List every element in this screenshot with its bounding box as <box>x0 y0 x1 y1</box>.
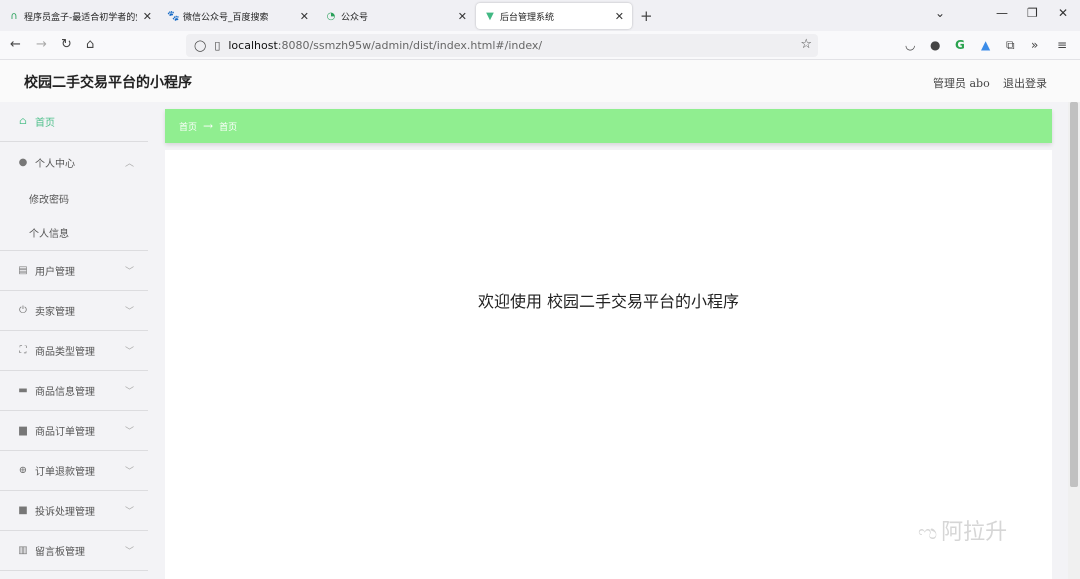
sidebar-item-order-management[interactable]: ▆ 商品订单管理 ﹀ <box>0 411 148 451</box>
watermark: ಌ 阿拉升 <box>918 514 1007 546</box>
chevron-down-icon: ﹀ <box>124 267 134 277</box>
tab-title: 微信公众号_百度搜索 <box>183 12 269 23</box>
extensions-icon[interactable]: ⧉ <box>1006 38 1015 53</box>
tab-list-icon[interactable]: ⌄ <box>935 6 945 20</box>
close-icon[interactable]: ✕ <box>300 10 309 23</box>
sidebar-item-home[interactable]: ⌂ 首页 <box>0 102 148 142</box>
back-icon[interactable]: ← <box>10 37 21 52</box>
cursor-icon[interactable]: ▲ <box>981 38 990 52</box>
minimize-icon[interactable]: — <box>996 6 1008 20</box>
sidebar-item-label: 订单退款管理 <box>35 467 95 478</box>
browser-tab-bar: ∩ 程序员盒子-最适合初学者的免 ✕ 🐾 微信公众号_百度搜索 ✕ ◔ 公众号 … <box>0 0 1080 31</box>
user-icon: ● <box>18 156 28 168</box>
sidebar-subitem-personal-info[interactable]: 个人信息 <box>0 215 148 250</box>
tab-title: 后台管理系统 <box>500 12 555 23</box>
sidebar-item-product-management[interactable]: ▬ 商品信息管理 ﹀ <box>0 371 148 411</box>
sidebar-item-seller-management[interactable]: ⏻ 卖家管理 ﹀ <box>0 291 148 331</box>
sidebar-item-complaint-management[interactable]: ■ 投诉处理管理 ﹀ <box>0 491 148 531</box>
print-icon: ▆ <box>19 425 27 436</box>
browser-tab[interactable]: ◔ 公众号 ✕ <box>317 3 475 29</box>
sidebar-item-label: 用户管理 <box>35 267 75 278</box>
restore-icon[interactable]: ❐ <box>1027 6 1038 20</box>
page-icon[interactable]: ▯ <box>214 39 220 52</box>
close-icon[interactable]: ✕ <box>143 10 152 23</box>
shield-icon[interactable]: ◯ <box>194 39 206 52</box>
wechat-icon: ◔ <box>326 10 336 22</box>
sidebar-item-label: 卖家管理 <box>35 307 75 318</box>
logout-link[interactable]: 退出登录 <box>1003 75 1047 91</box>
url-path: :8080/ssmzh95w/admin/dist/index.html#/in… <box>277 39 543 52</box>
browser-tab[interactable]: ∩ 程序员盒子-最适合初学者的免 ✕ <box>0 3 160 29</box>
chevron-down-icon: ﹀ <box>124 467 134 477</box>
arrow-right-icon: → <box>203 119 214 133</box>
chevron-up-icon: ︿ <box>124 158 134 169</box>
sidebar-item-category-management[interactable]: ⛶ 商品类型管理 ﹀ <box>0 331 148 371</box>
frame-icon: ⛶ <box>19 345 27 356</box>
sidebar-item-label: 商品订单管理 <box>35 427 95 438</box>
browser-tab[interactable]: 🐾 微信公众号_百度搜索 ✕ <box>159 3 317 29</box>
new-tab-icon[interactable]: + <box>640 7 653 25</box>
sidebar-item-label: 个人中心 <box>35 158 75 170</box>
forward-icon[interactable]: → <box>36 37 47 52</box>
vue-icon: ▼ <box>486 10 494 22</box>
sidebar-item-label: 首页 <box>35 118 55 129</box>
browser-tab-active[interactable]: ▼ 后台管理系统 ✕ <box>476 3 632 29</box>
menu-icon[interactable]: ≡ <box>1057 38 1067 52</box>
chevron-down-icon: ﹀ <box>124 427 134 437</box>
clipboard-icon: ▤ <box>18 265 28 276</box>
target-icon: ⊕ <box>18 465 28 476</box>
grammarly-icon[interactable]: G <box>955 38 965 52</box>
welcome-text: 欢迎使用 校园二手交易平台的小程序 <box>477 292 740 311</box>
briefcase-icon: ▬ <box>18 385 28 396</box>
sidebar-item-label: 个人信息 <box>29 229 69 240</box>
url-bar[interactable]: ◯ ▯ localhost:8080/ssmzh95w/admin/dist/i… <box>186 34 818 57</box>
breadcrumb-current: 首页 <box>219 122 238 133</box>
reload-icon[interactable]: ↻ <box>61 37 72 52</box>
window-close-icon[interactable]: ✕ <box>1058 6 1068 20</box>
pocket-icon[interactable]: ◡ <box>905 38 915 52</box>
sidebar-item-label: 修改密码 <box>29 195 69 206</box>
sidebar-item-message-board[interactable]: ▥ 留言板管理 ﹀ <box>0 531 148 571</box>
power-icon: ⏻ <box>19 305 27 316</box>
sidebar-item-label: 投诉处理管理 <box>35 507 95 518</box>
chevron-down-icon: ﹀ <box>124 507 134 517</box>
watermark-text: 阿拉升 <box>941 520 1008 545</box>
chevron-down-icon: ﹀ <box>124 547 134 557</box>
site-icon: ∩ <box>10 10 18 22</box>
home-icon: ⌂ <box>19 116 27 127</box>
app-header: 校园二手交易平台的小程序 管理员 abo 退出登录 <box>0 60 1080 102</box>
sidebar: ⌂ 首页 ● 个人中心 ︿ 修改密码 个人信息 ▤ 用户管理 ﹀ ⏻ 卖家管理 … <box>0 102 148 579</box>
chevron-down-icon: ﹀ <box>124 387 134 397</box>
close-icon[interactable]: ✕ <box>458 10 467 23</box>
wechat-icon: ಌ <box>918 520 938 544</box>
video-icon: ■ <box>18 505 28 516</box>
scroll-thumb[interactable] <box>1070 102 1078 487</box>
scrollbar[interactable] <box>1068 102 1080 579</box>
sidebar-item-label: 商品类型管理 <box>35 347 95 358</box>
tab-title: 程序员盒子-最适合初学者的免 <box>24 12 137 23</box>
chevron-down-icon: ﹀ <box>124 307 134 317</box>
breadcrumb: 首页 → 首页 <box>165 109 1052 143</box>
sidebar-item-label: 留言板管理 <box>35 547 85 558</box>
overflow-icon[interactable]: » <box>1031 38 1038 52</box>
extension-icon[interactable]: ● <box>930 38 940 52</box>
current-user: 管理员 abo <box>933 77 990 90</box>
home-icon[interactable]: ⌂ <box>86 37 94 52</box>
sidebar-item-personal-center[interactable]: ● 个人中心 ︿ <box>0 142 148 182</box>
sidebar-subitem-change-password[interactable]: 修改密码 <box>0 181 148 216</box>
sidebar-item-refund-management[interactable]: ⊕ 订单退款管理 ﹀ <box>0 451 148 491</box>
sidebar-item-user-management[interactable]: ▤ 用户管理 ﹀ <box>0 251 148 291</box>
chevron-down-icon: ﹀ <box>124 347 134 357</box>
breadcrumb-home[interactable]: 首页 <box>179 120 197 133</box>
chart-icon: ▥ <box>18 545 28 556</box>
tab-title: 公众号 <box>341 12 369 23</box>
baidu-icon: 🐾 <box>167 10 180 22</box>
sidebar-item-label: 商品信息管理 <box>35 387 95 398</box>
app-title: 校园二手交易平台的小程序 <box>24 75 192 91</box>
browser-nav-bar: ← → ↻ ⌂ ◯ ▯ localhost:8080/ssmzh95w/admi… <box>0 31 1080 60</box>
bookmark-star-icon[interactable]: ☆ <box>800 37 812 52</box>
close-icon[interactable]: ✕ <box>615 10 624 23</box>
url-host: localhost <box>228 39 278 52</box>
